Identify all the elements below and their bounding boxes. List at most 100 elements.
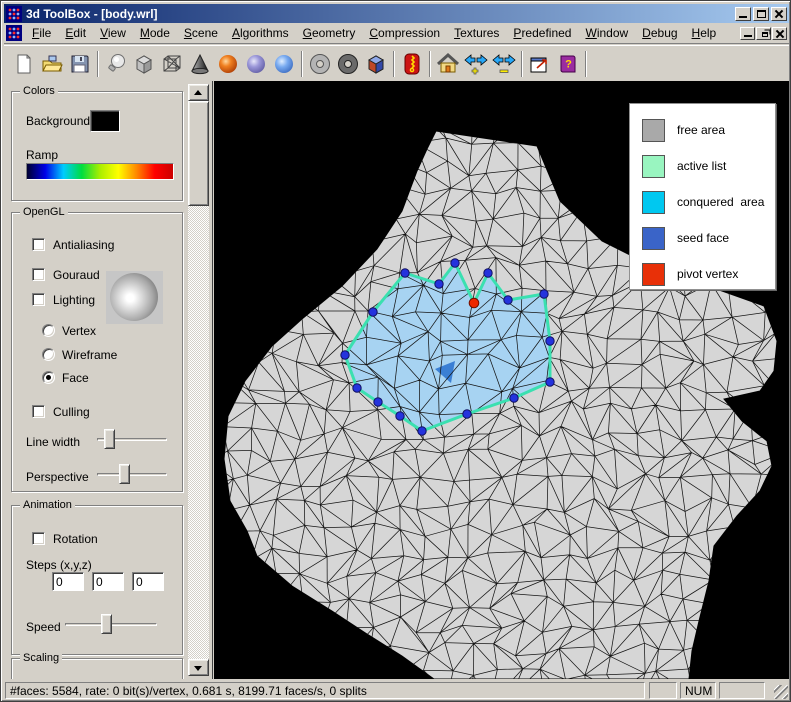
menu-debug[interactable]: Debug bbox=[635, 24, 684, 42]
scaling-group: Scaling bbox=[11, 658, 183, 679]
scroll-up-button[interactable] bbox=[188, 84, 209, 101]
rotation-checkbox[interactable] bbox=[32, 532, 45, 545]
solid-cube-icon bbox=[132, 52, 156, 76]
home-button[interactable] bbox=[434, 50, 462, 78]
textured-cube-icon bbox=[364, 52, 388, 76]
textured-cube-button[interactable] bbox=[362, 50, 390, 78]
menu-algorithms[interactable]: Algorithms bbox=[225, 24, 296, 42]
menu-window[interactable]: Window bbox=[578, 24, 635, 42]
steps-y-input[interactable] bbox=[92, 572, 124, 591]
menu-file[interactable]: File bbox=[25, 24, 58, 42]
mdi-minimize-button[interactable] bbox=[740, 27, 755, 40]
zip-compress-icon bbox=[400, 52, 424, 76]
menu-scene[interactable]: Scene bbox=[177, 24, 225, 42]
window-resize-button[interactable] bbox=[526, 50, 554, 78]
expand-plus-button[interactable] bbox=[462, 50, 490, 78]
home-icon bbox=[436, 52, 460, 76]
slider-thumb[interactable] bbox=[119, 464, 130, 484]
save-floppy-icon bbox=[68, 52, 92, 76]
perspective-slider[interactable] bbox=[97, 464, 167, 484]
wireframe-cube-button[interactable] bbox=[158, 50, 186, 78]
maximize-icon bbox=[757, 10, 766, 18]
steps-z-input[interactable] bbox=[132, 572, 164, 591]
new-document-button[interactable] bbox=[10, 50, 38, 78]
boundary-vertex bbox=[396, 412, 404, 420]
boundary-vertex bbox=[435, 280, 443, 288]
vertex-label: Vertex bbox=[62, 324, 96, 338]
pivot-vertex bbox=[469, 298, 479, 308]
gouraud-label: Gouraud bbox=[53, 268, 100, 282]
boundary-vertex bbox=[504, 296, 512, 304]
wireframe-radio[interactable] bbox=[42, 348, 55, 361]
lighting-checkbox[interactable] bbox=[32, 293, 45, 306]
boundary-vertex bbox=[341, 351, 349, 359]
menu-edit[interactable]: Edit bbox=[58, 24, 93, 42]
mdi-restore-button[interactable] bbox=[756, 27, 771, 40]
menu-predefined[interactable]: Predefined bbox=[506, 24, 578, 42]
menu-mode[interactable]: Mode bbox=[133, 24, 177, 42]
status-panel-1 bbox=[649, 682, 677, 699]
face-radio[interactable] bbox=[42, 371, 55, 384]
menu-help[interactable]: Help bbox=[685, 24, 724, 42]
sidebar-scrollbar[interactable] bbox=[188, 84, 209, 676]
zip-compress-button[interactable] bbox=[398, 50, 426, 78]
legend-swatch-active-list bbox=[642, 155, 665, 178]
control-panel: Colors Background Ramp OpenGL Antialiasi… bbox=[4, 81, 213, 679]
boundary-vertex bbox=[369, 308, 377, 316]
light-bulb-icon bbox=[104, 52, 128, 76]
torus-light-button[interactable] bbox=[306, 50, 334, 78]
help-book-button[interactable]: ? bbox=[554, 50, 582, 78]
restore-icon bbox=[762, 32, 768, 37]
boundary-vertex bbox=[451, 259, 459, 267]
speed-label: Speed bbox=[26, 620, 61, 634]
torus-dark-icon bbox=[336, 52, 360, 76]
culling-label: Culling bbox=[53, 405, 90, 419]
speed-slider[interactable] bbox=[65, 614, 157, 634]
scroll-down-button[interactable] bbox=[188, 659, 209, 676]
cone-icon bbox=[188, 52, 212, 76]
collapse-minus-button[interactable] bbox=[490, 50, 518, 78]
purple-sphere-button[interactable] bbox=[242, 50, 270, 78]
color-ramp[interactable] bbox=[26, 163, 174, 180]
perspective-label: Perspective bbox=[26, 470, 89, 484]
slider-thumb[interactable] bbox=[101, 614, 112, 634]
close-button[interactable] bbox=[771, 7, 787, 21]
legend-label: active list bbox=[677, 159, 726, 173]
vertex-radio[interactable] bbox=[42, 324, 55, 337]
open-folder-button[interactable] bbox=[38, 50, 66, 78]
solid-cube-button[interactable] bbox=[130, 50, 158, 78]
torus-dark-button[interactable] bbox=[334, 50, 362, 78]
antialiasing-label: Antialiasing bbox=[53, 238, 114, 252]
save-floppy-button[interactable] bbox=[66, 50, 94, 78]
viewport-3d[interactable]: free area active list conquered area see… bbox=[214, 81, 789, 679]
document-system-icon[interactable] bbox=[6, 25, 22, 41]
torus-light-icon bbox=[308, 52, 332, 76]
orange-sphere-button[interactable] bbox=[214, 50, 242, 78]
minimize-button[interactable] bbox=[735, 7, 751, 21]
app-icon[interactable] bbox=[6, 6, 22, 22]
mdi-close-button[interactable] bbox=[772, 27, 787, 40]
expand-plus-icon bbox=[464, 52, 488, 76]
blue-sphere-button[interactable] bbox=[270, 50, 298, 78]
menu-textures[interactable]: Textures bbox=[447, 24, 506, 42]
light-direction-widget[interactable] bbox=[106, 271, 163, 324]
boundary-vertex bbox=[353, 384, 361, 392]
steps-label: Steps (x,y,z) bbox=[26, 558, 92, 572]
light-bulb-button[interactable] bbox=[102, 50, 130, 78]
status-bar: #faces: 5584, rate: 0 bit(s)/vertex, 0.6… bbox=[4, 680, 789, 700]
gouraud-checkbox[interactable] bbox=[32, 268, 45, 281]
menu-view[interactable]: View bbox=[93, 24, 133, 42]
antialiasing-checkbox[interactable] bbox=[32, 238, 45, 251]
steps-x-input[interactable] bbox=[52, 572, 84, 591]
scrollbar-thumb[interactable] bbox=[188, 101, 209, 206]
line-width-slider[interactable] bbox=[97, 429, 167, 449]
resize-grip[interactable] bbox=[774, 685, 788, 699]
slider-thumb[interactable] bbox=[104, 429, 115, 449]
menu-compression[interactable]: Compression bbox=[362, 24, 447, 42]
maximize-button[interactable] bbox=[753, 7, 769, 21]
cone-button[interactable] bbox=[186, 50, 214, 78]
background-color-swatch[interactable] bbox=[90, 110, 120, 132]
culling-checkbox[interactable] bbox=[32, 405, 45, 418]
toolbar-separator bbox=[97, 51, 99, 77]
menu-geometry[interactable]: Geometry bbox=[296, 24, 363, 42]
